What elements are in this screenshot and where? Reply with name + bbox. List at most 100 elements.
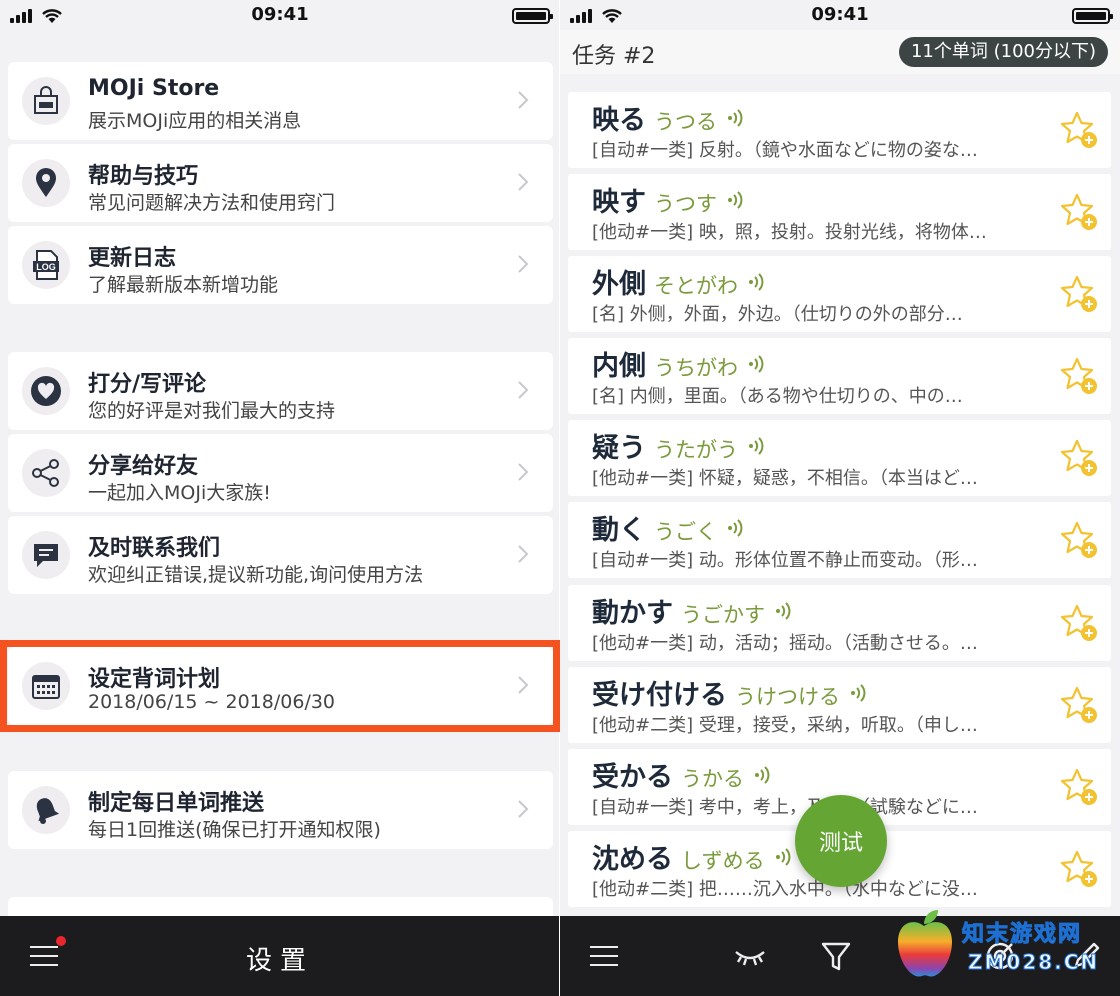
bottom-bar: 设置	[0, 916, 560, 996]
settings-row-subtitle: 一起加入MOJi大家族!	[88, 482, 271, 504]
watermark-url: ZM028.CN	[967, 950, 1100, 975]
word-kana: うごく	[654, 520, 717, 544]
word-kanji: 外側	[592, 269, 646, 300]
word-kana: うけつける	[735, 685, 840, 709]
menu-icon[interactable]	[590, 944, 618, 968]
word-kana: うつす	[654, 192, 717, 216]
chevron-right-icon	[518, 800, 529, 818]
star-add-icon[interactable]	[1059, 356, 1099, 396]
settings-row-help[interactable]: 帮助与技巧 常见问题解决方法和使用窍门	[8, 144, 553, 222]
settings-row-title: 制定每日单词推送	[88, 791, 265, 816]
word-card[interactable]: 動く うごく [自动#一类] 动。形体位置不静止而变动。（形…	[568, 502, 1111, 578]
word-kanji: 映る	[592, 105, 646, 136]
sound-icon[interactable]	[748, 273, 768, 291]
sound-icon[interactable]	[727, 109, 747, 127]
settings-row-log[interactable]: LOG 更新日志 了解最新版本新增功能	[8, 226, 553, 304]
settings-row-title: 打分/写评论	[88, 372, 207, 397]
star-add-icon[interactable]	[1059, 685, 1099, 725]
settings-row-subtitle: 2018/06/15 ~ 2018/06/30	[88, 691, 336, 713]
bottom-bar-title: 设置	[245, 946, 314, 976]
word-card[interactable]: 内側 うちがわ [名] 内侧，里面。（ある物や仕切りの、中の…	[568, 338, 1111, 414]
chevron-right-icon	[518, 545, 529, 563]
star-add-icon[interactable]	[1059, 438, 1099, 478]
word-definition: [他动#一类] 映，照，投射。投射光线，将物体…	[592, 222, 987, 243]
settings-row-share[interactable]: 分享给好友 一起加入MOJi大家族!	[8, 434, 553, 512]
settings-row-subtitle: 每日1回推送(确保已打开通知权限)	[88, 819, 381, 841]
settings-row-study-plan[interactable]: 设定背词计划 2018/06/15 ~ 2018/06/30	[8, 647, 553, 725]
word-definition: [他动#二类] 受理，接受，采纳，听取。（申し…	[592, 715, 978, 736]
word-card[interactable]: 受け付ける うけつける [他动#二类] 受理，接受，采纳，听取。（申し…	[568, 667, 1111, 743]
filter-icon[interactable]	[818, 938, 854, 974]
star-add-icon[interactable]	[1059, 520, 1099, 560]
settings-row-subtitle: 展示MOJi应用的相关消息	[88, 110, 302, 132]
chevron-right-icon	[518, 255, 529, 273]
sound-icon[interactable]	[727, 519, 747, 537]
chat-bubble-icon	[22, 531, 70, 579]
settings-row-title: 设定背词计划	[88, 667, 221, 692]
location-pin-icon	[22, 159, 70, 207]
sound-icon[interactable]	[727, 191, 747, 209]
star-add-icon[interactable]	[1059, 767, 1099, 807]
sound-icon[interactable]	[775, 848, 795, 866]
status-time: 09:41	[811, 4, 869, 25]
settings-row-subtitle: 您的好评是对我们最大的支持	[88, 400, 336, 422]
word-kana: しずめる	[681, 849, 765, 873]
status-time: 09:41	[251, 4, 309, 25]
settings-row-title: 帮助与技巧	[88, 164, 199, 189]
test-button[interactable]: 测试	[795, 795, 887, 887]
word-task-screen: 09:41 任务 #2 11个单词 (100分以下) 映る うつる [自动#一类]…	[560, 0, 1120, 996]
star-add-icon[interactable]	[1059, 603, 1099, 643]
settings-row-subtitle: 了解最新版本新增功能	[88, 274, 279, 296]
chevron-right-icon	[518, 91, 529, 109]
settings-row-store[interactable]: MOJi Store 展示MOJi应用的相关消息	[8, 62, 553, 140]
word-count-badge: 11个单词 (100分以下)	[898, 37, 1108, 67]
bell-icon	[22, 786, 70, 834]
hide-eye-icon[interactable]	[732, 938, 768, 974]
word-card[interactable]: 動かす うごかす [他动#一类] 动，活动；摇动。（活動させる。…	[568, 585, 1111, 661]
word-kanji: 沈める	[592, 844, 673, 875]
word-definition: [名] 外侧，外面，外边。（仕切りの外の部分…	[592, 304, 963, 325]
settings-row-title: 更新日志	[88, 246, 177, 271]
word-kanji: 疑う	[592, 433, 646, 464]
word-definition: [自动#一类] 动。形体位置不静止而变动。（形…	[592, 550, 978, 571]
word-kana: うごかす	[681, 603, 765, 627]
settings-screen: 09:41 MOJi Store 展示MOJi应用的相关消息 帮助与技巧 常见问…	[0, 0, 560, 996]
settings-row-contact[interactable]: 及时联系我们 欢迎纠正错误,提议新功能,询问使用方法	[8, 516, 553, 594]
word-kana: そとがわ	[654, 274, 738, 298]
settings-row-subtitle: 欢迎纠正错误,提议新功能,询问使用方法	[88, 564, 424, 586]
store-bag-icon	[22, 77, 70, 125]
sound-icon[interactable]	[748, 437, 768, 455]
task-header: 任务 #2 11个单词 (100分以下)	[560, 30, 1120, 74]
sound-icon[interactable]	[754, 766, 774, 784]
word-definition: [他动#一类] 怀疑，疑惑，不相信。（本当はど…	[592, 468, 978, 489]
log-file-icon: LOG	[22, 241, 70, 289]
status-bar: 09:41	[0, 0, 560, 30]
settings-row-title: MOJi Store	[88, 76, 220, 101]
word-card[interactable]: 映る うつる [自动#一类] 反射。（鏡や水面などに物の姿な…	[568, 92, 1111, 168]
watermark: 知末游戏网 ZM028.CN	[884, 906, 1114, 984]
star-add-icon[interactable]	[1059, 192, 1099, 232]
word-card[interactable]: 疑う うたがう [他动#一类] 怀疑，疑惑，不相信。（本当はど…	[568, 420, 1111, 496]
sound-icon[interactable]	[748, 355, 768, 373]
star-add-icon[interactable]	[1059, 849, 1099, 889]
battery-icon	[512, 8, 553, 24]
word-definition: [他动#一类] 动，活动；摇动。（活動させる。…	[592, 633, 978, 654]
star-add-icon[interactable]	[1059, 110, 1099, 150]
word-card[interactable]: 映す うつす [他动#一类] 映，照，投射。投射光线，将物体…	[568, 174, 1111, 250]
settings-row-rate[interactable]: 打分/写评论 您的好评是对我们最大的支持	[8, 352, 553, 430]
word-definition: [名] 内侧，里面。（ある物や仕切りの、中の…	[592, 386, 963, 407]
battery-icon	[1072, 8, 1113, 24]
settings-row-daily-push[interactable]: 制定每日单词推送 每日1回推送(确保已打开通知权限)	[8, 771, 553, 849]
sound-icon[interactable]	[850, 684, 870, 702]
task-title: 任务 #2	[572, 44, 656, 69]
word-card[interactable]: 外側 そとがわ [名] 外侧，外面，外边。（仕切りの外の部分…	[568, 256, 1111, 332]
share-icon	[22, 449, 70, 497]
word-kana: うかる	[681, 767, 744, 791]
word-kanji: 動かす	[592, 598, 673, 629]
star-add-icon[interactable]	[1059, 274, 1099, 314]
word-kanji: 内側	[592, 351, 646, 382]
word-kanji: 映す	[592, 187, 646, 218]
watermark-text: 知末游戏网	[961, 922, 1083, 948]
sound-icon[interactable]	[775, 602, 795, 620]
chevron-right-icon	[518, 381, 529, 399]
